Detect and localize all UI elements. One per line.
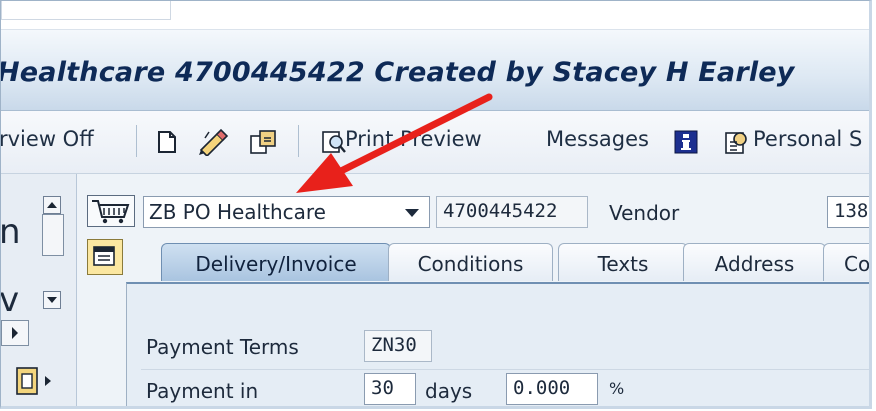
sap-window: Healthcare 4700445422 Created by Stacey … bbox=[0, 0, 872, 409]
annotation-arrow bbox=[296, 93, 493, 193]
